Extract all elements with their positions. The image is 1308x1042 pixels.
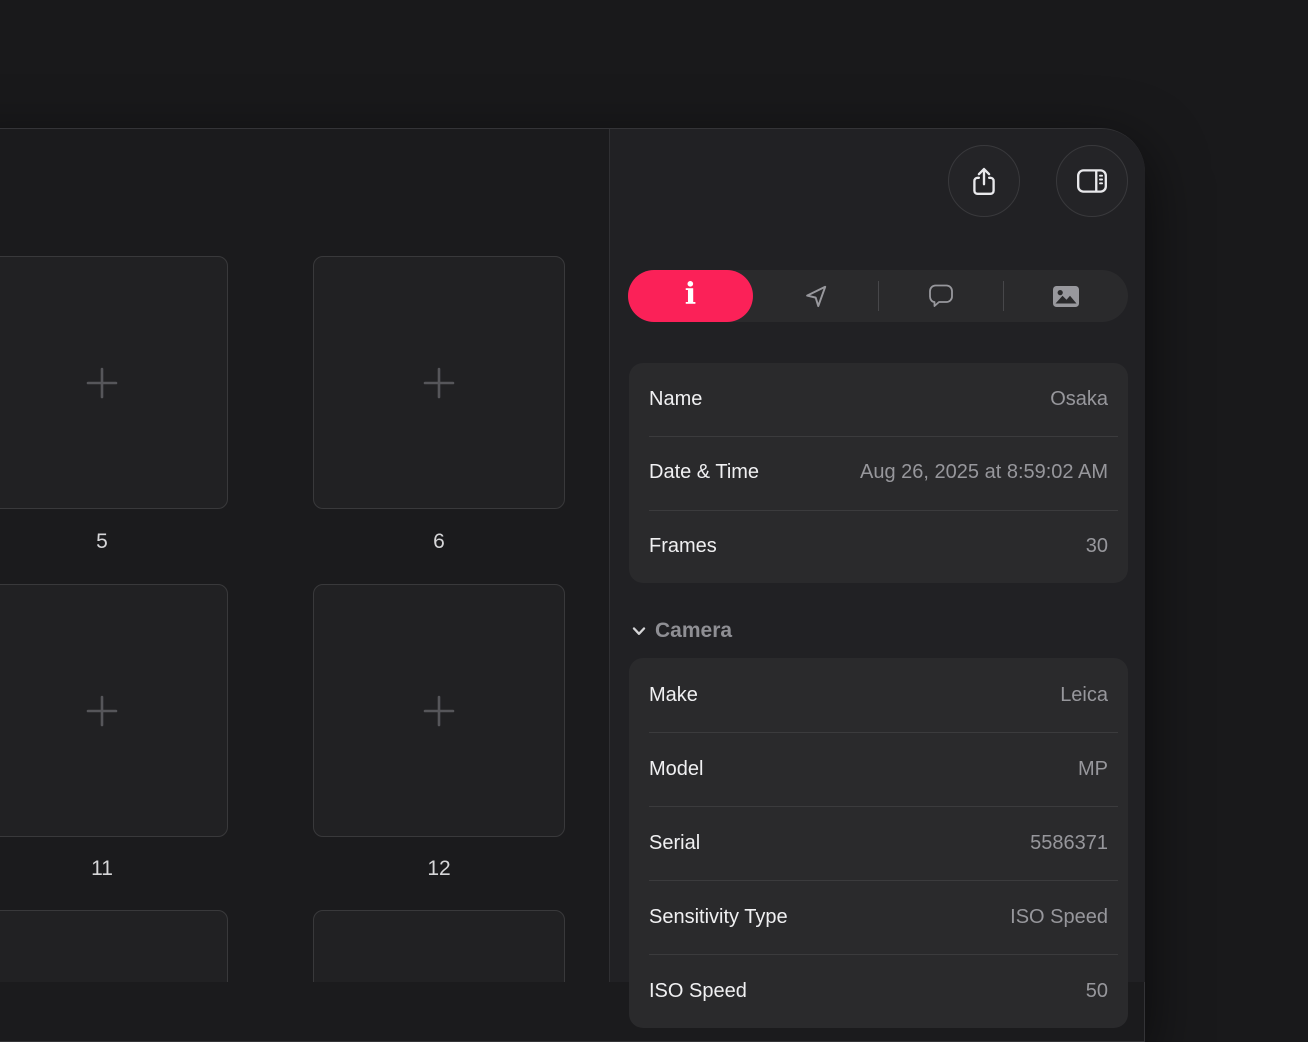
camera-row-model: Model MP xyxy=(629,732,1128,806)
row-label: Model xyxy=(649,758,703,781)
section-title: Camera xyxy=(655,619,732,643)
row-value: Aug 26, 2025 at 8:59:02 AM xyxy=(860,461,1108,484)
frame-tile[interactable] xyxy=(0,256,228,509)
row-label: Serial xyxy=(649,832,700,855)
photo-icon xyxy=(1052,285,1080,308)
plus-icon xyxy=(85,366,119,400)
info-icon: i xyxy=(685,280,696,310)
row-label: Date & Time xyxy=(649,461,759,484)
toggle-inspector-button[interactable] xyxy=(1056,145,1128,217)
share-button[interactable] xyxy=(948,145,1020,217)
speech-bubble-icon xyxy=(927,283,955,309)
frame-tile[interactable] xyxy=(313,584,565,837)
frame-tile[interactable] xyxy=(0,584,228,837)
row-value: ISO Speed xyxy=(1010,906,1108,929)
frame-number: 6 xyxy=(313,530,565,554)
camera-row-make: Make Leica xyxy=(629,658,1128,732)
info-row-frames: Frames 30 xyxy=(629,510,1128,583)
segment-separator xyxy=(1003,281,1004,311)
tab-info[interactable]: i xyxy=(628,270,753,322)
plus-icon xyxy=(422,694,456,728)
camera-section-header[interactable]: Camera xyxy=(631,617,732,645)
camera-row-sensitivity-type: Sensitivity Type ISO Speed xyxy=(629,880,1128,954)
frame-number: 11 xyxy=(0,857,228,881)
inspector-tabs: i xyxy=(628,270,1128,322)
row-value: Leica xyxy=(1060,684,1108,707)
segment-separator xyxy=(878,281,879,311)
row-label: Make xyxy=(649,684,698,707)
frame-number: 12 xyxy=(313,857,565,881)
row-value: Osaka xyxy=(1050,388,1108,411)
row-value: 50 xyxy=(1086,980,1108,1003)
plus-icon xyxy=(422,366,456,400)
share-icon xyxy=(969,165,999,197)
plus-icon xyxy=(85,694,119,728)
camera-row-iso-speed: ISO Speed 50 xyxy=(629,954,1128,1028)
row-label: ISO Speed xyxy=(649,980,747,1003)
frame-tile[interactable] xyxy=(313,910,565,982)
info-row-name: Name Osaka xyxy=(629,363,1128,436)
row-label: Name xyxy=(649,388,702,411)
row-value: 30 xyxy=(1086,535,1108,558)
roll-info-card: Name Osaka Date & Time Aug 26, 2025 at 8… xyxy=(629,363,1128,583)
camera-info-card: Make Leica Model MP Serial 5586371 Sensi… xyxy=(629,658,1128,1028)
frame-tile[interactable] xyxy=(0,910,228,982)
sidebar-toggle-icon xyxy=(1075,166,1109,196)
frame-number: 5 xyxy=(0,530,228,554)
film-frames-grid: 5 6 11 12 xyxy=(0,129,609,982)
row-label: Sensitivity Type xyxy=(649,906,788,929)
info-inspector-panel: i Name Osaka Date & Time xyxy=(609,129,1145,982)
row-label: Frames xyxy=(649,535,717,558)
tab-photos[interactable] xyxy=(1003,270,1128,322)
location-arrow-icon xyxy=(803,283,829,309)
frame-tile[interactable] xyxy=(313,256,565,509)
row-value: 5586371 xyxy=(1030,832,1108,855)
camera-row-serial: Serial 5586371 xyxy=(629,806,1128,880)
info-row-date-time: Date & Time Aug 26, 2025 at 8:59:02 AM xyxy=(629,436,1128,509)
row-value: MP xyxy=(1078,758,1108,781)
tab-comments[interactable] xyxy=(878,270,1003,322)
chevron-down-icon xyxy=(631,623,647,639)
tab-location[interactable] xyxy=(753,270,878,322)
